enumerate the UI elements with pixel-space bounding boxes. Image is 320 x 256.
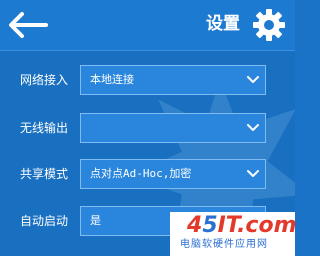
- watermark-subtitle: 电脑软硬件应用网: [180, 239, 268, 250]
- auto-start-value: 是: [90, 214, 101, 227]
- header-bar: 设置: [0, 0, 295, 50]
- setting-row-share-mode: 共享模式 点对点Ad-Hoc,加密: [0, 159, 295, 191]
- wireless-output-select[interactable]: [80, 113, 266, 143]
- chevron-down-icon: [247, 170, 259, 177]
- share-mode-label: 共享模式: [20, 167, 69, 181]
- network-access-select[interactable]: 本地连接: [80, 65, 266, 95]
- back-arrow-icon[interactable]: [8, 11, 50, 39]
- wireless-output-label: 无线输出: [20, 121, 69, 135]
- setting-row-wireless-output: 无线输出: [0, 113, 295, 145]
- share-mode-select[interactable]: 点对点Ad-Hoc,加密: [80, 159, 266, 189]
- chevron-down-icon: [247, 76, 259, 83]
- watermark-logo: 45IT.com: [187, 213, 297, 238]
- network-access-label: 网络接入: [20, 73, 69, 87]
- gear-icon[interactable]: [252, 8, 286, 42]
- share-mode-value: 点对点Ad-Hoc,加密: [90, 167, 192, 180]
- setting-row-network-access: 网络接入 本地连接: [0, 65, 295, 97]
- chevron-down-icon: [247, 124, 259, 131]
- auto-start-label: 自动启动: [20, 214, 69, 228]
- network-access-value: 本地连接: [90, 73, 134, 86]
- watermark: 45IT.com 电脑软硬件应用网: [170, 212, 297, 256]
- page-title: 设置: [206, 14, 240, 34]
